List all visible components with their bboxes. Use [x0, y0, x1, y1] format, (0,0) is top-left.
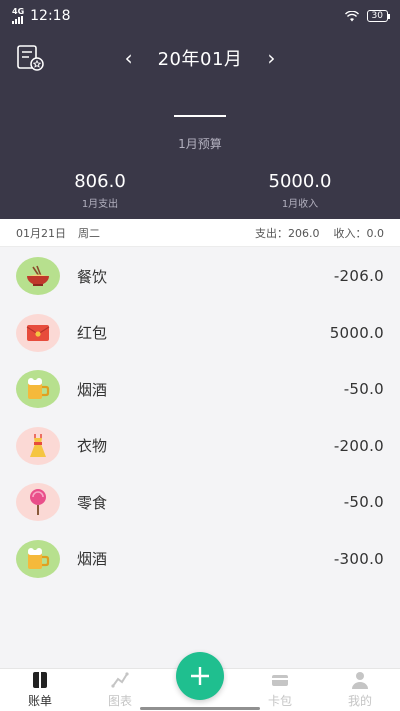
list-item[interactable]: 红包 5000.0 [0, 305, 400, 362]
plus-icon [191, 667, 209, 685]
battery-level: 30 [371, 11, 383, 21]
tab-label: 卡包 [267, 694, 292, 708]
beer-mug-icon [16, 370, 60, 409]
status-time: 12:18 [30, 8, 71, 24]
tab-profile[interactable]: 我的 [320, 669, 400, 711]
day-expense: 支出：206.0 [255, 226, 320, 240]
home-indicator [140, 707, 260, 710]
record-amount: -206.0 [333, 267, 384, 286]
list-item[interactable]: 零食 -50.0 [0, 474, 400, 531]
dress-icon [16, 426, 60, 465]
list-item[interactable]: 烟酒 -300.0 [0, 531, 400, 588]
record-amount: -50.0 [343, 493, 384, 512]
day-summary: 01月21日 周二 支出：206.0 收入：0.0 [0, 219, 400, 247]
record-category: 烟酒 [77, 550, 108, 569]
tab-label: 账单 [27, 694, 52, 708]
line-chart-icon [111, 672, 129, 688]
income-label: 1月收入 [281, 199, 319, 210]
tab-cards[interactable]: 卡包 [240, 669, 320, 711]
tab-label: 图表 [107, 694, 132, 708]
wifi-icon [344, 10, 359, 21]
signal-icon: 4G [12, 8, 24, 24]
monthly-income: 5000.0 1月收入 [200, 171, 400, 210]
add-record-button[interactable] [176, 652, 224, 700]
record-amount: 5000.0 [329, 323, 384, 342]
monthly-expense: 806.0 1月支出 [0, 171, 200, 210]
card-icon [272, 675, 288, 686]
record-amount: -200.0 [333, 436, 384, 455]
record-category: 烟酒 [77, 380, 108, 399]
chevron-right-icon[interactable]: › [262, 46, 280, 70]
expense-amount: 806.0 [74, 171, 126, 192]
noodle-bowl-icon [16, 257, 60, 296]
record-category: 餐饮 [77, 267, 108, 286]
beer-mug-icon [16, 539, 60, 578]
record-amount: -50.0 [343, 380, 384, 399]
record-category: 衣物 [77, 437, 108, 456]
record-category: 红包 [77, 324, 108, 343]
red-envelope-icon [16, 313, 60, 352]
record-amount: -300.0 [333, 549, 384, 568]
income-amount: 5000.0 [268, 171, 332, 192]
tab-bills[interactable]: 账单 [0, 669, 80, 711]
budget-label[interactable]: 1月预算 [0, 135, 400, 152]
day-date: 01月21日 [16, 226, 66, 240]
lollipop-icon [16, 483, 60, 522]
month-title[interactable]: 20年01月 [158, 45, 243, 71]
app-screen: 4G 12:18 30 ‹ 20年01月 › 1月预算 806.0 1月支出 5… [0, 0, 400, 711]
day-weekday: 周二 [78, 226, 100, 240]
list-item[interactable]: 衣物 -200.0 [0, 418, 400, 475]
budget-indicator [174, 115, 226, 117]
list-item[interactable]: 餐饮 -206.0 [0, 248, 400, 305]
tab-label: 我的 [347, 694, 372, 708]
header: 4G 12:18 30 ‹ 20年01月 › 1月预算 806.0 1月支出 5… [0, 0, 400, 219]
network-type: 4G [12, 7, 25, 16]
month-navigator: ‹ 20年01月 › [0, 38, 400, 78]
record-category: 零食 [77, 493, 108, 512]
expense-label: 1月支出 [81, 199, 119, 210]
battery-icon: 30 [366, 10, 391, 22]
status-bar: 4G 12:18 30 [0, 0, 400, 32]
book-icon [33, 672, 47, 688]
day-income: 收入：0.0 [333, 226, 385, 240]
tab-charts[interactable]: 图表 [80, 669, 160, 711]
record-list: 餐饮 -206.0 红包 5000.0 烟酒 -50.0 衣物 -200.0 零… [0, 248, 400, 587]
chevron-left-icon[interactable]: ‹ [120, 46, 138, 70]
list-item[interactable]: 烟酒 -50.0 [0, 361, 400, 418]
user-icon [352, 672, 368, 689]
top-bar: ‹ 20年01月 › [0, 38, 400, 78]
